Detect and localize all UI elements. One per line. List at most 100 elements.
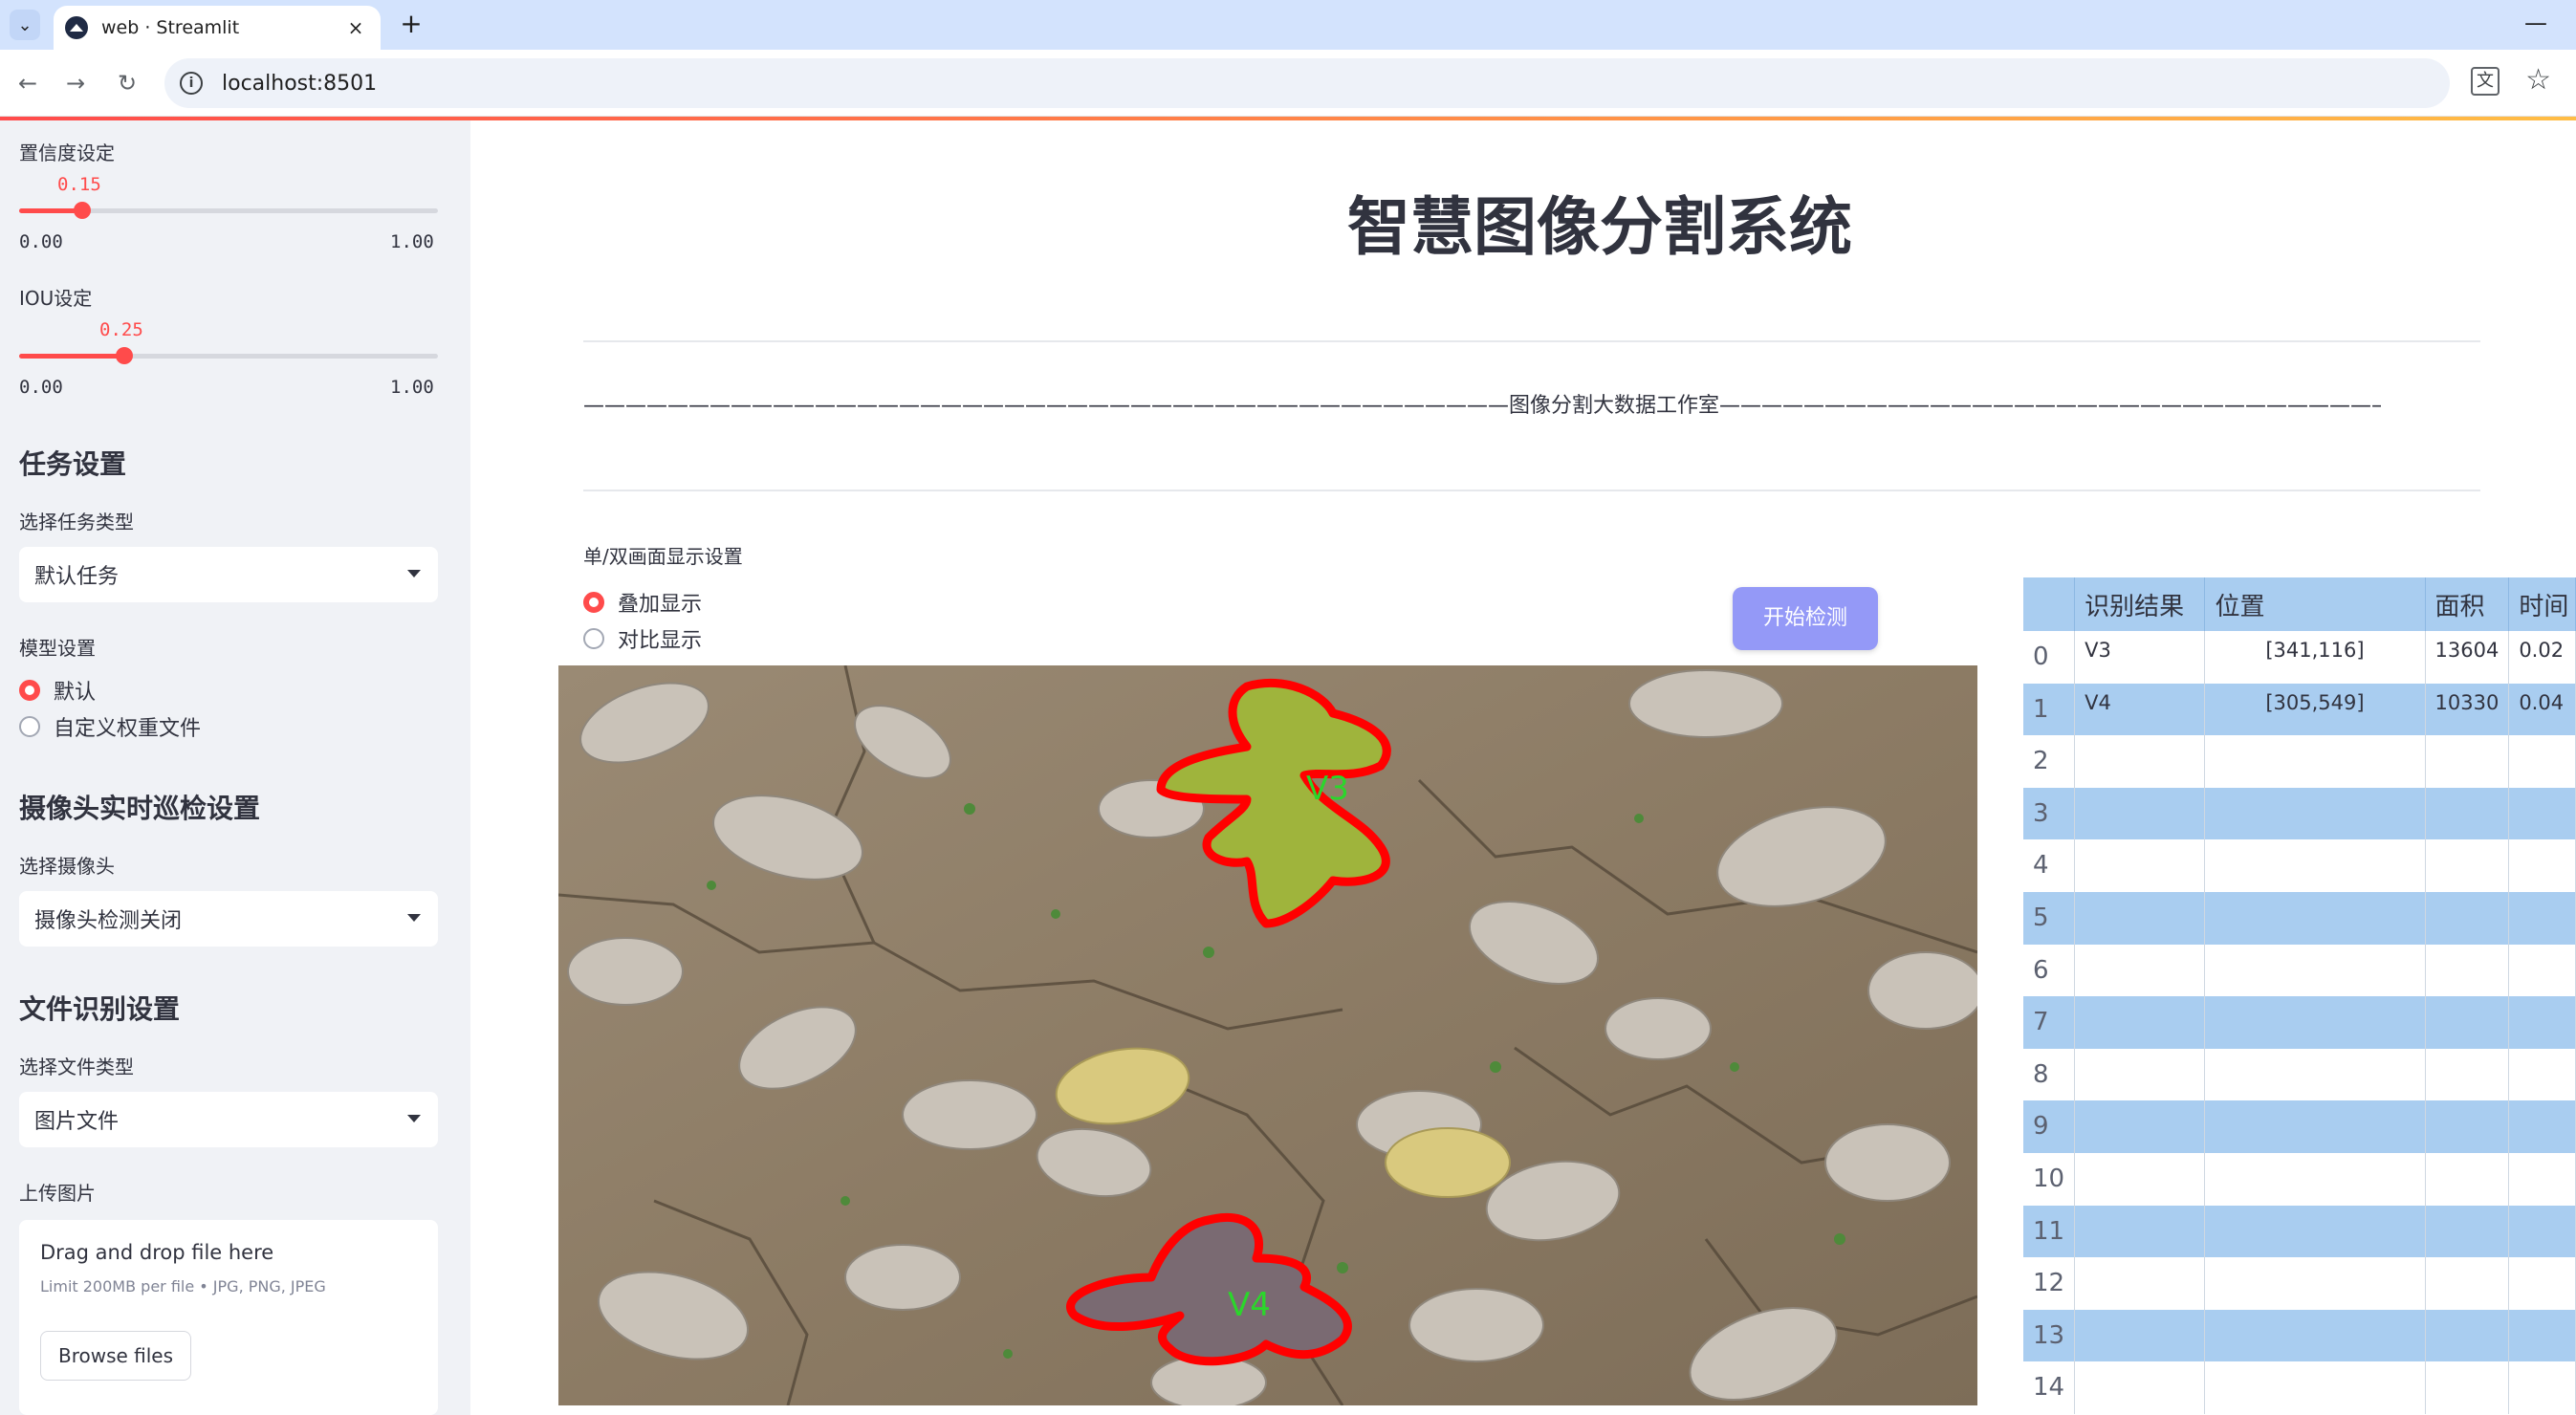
row-index-cell: 3 xyxy=(2023,787,2076,840)
iou-min: 0.00 xyxy=(19,377,63,398)
upload-title: Drag and drop file here xyxy=(40,1241,274,1264)
forward-arrow-icon[interactable]: → xyxy=(59,67,92,99)
site-info-icon[interactable]: i xyxy=(180,72,203,95)
column-header-index[interactable] xyxy=(2023,577,2076,631)
results-table[interactable]: 识别结果 位置 面积 时间 0 V3 [341,116] 13604 0.02 1 V4 [3… xyxy=(2023,577,2576,1415)
row-index-cell: 6 xyxy=(2023,944,2076,997)
column-header-time[interactable]: 时间 xyxy=(2508,577,2576,631)
row-index-cell: 4 xyxy=(2023,839,2076,892)
table-row[interactable]: 14 xyxy=(2023,1361,2576,1414)
table-row[interactable]: 5 xyxy=(2023,891,2576,945)
time-cell xyxy=(2508,839,2576,892)
display-option-overlay[interactable]: 叠加显示 xyxy=(583,587,702,618)
upload-limit: Limit 200MB per file • JPG, PNG, JPEG xyxy=(40,1277,326,1295)
area-cell xyxy=(2425,1205,2510,1258)
table-row[interactable]: 1 V4 [305,549] 10330 0.04 xyxy=(2023,683,2576,736)
file-type-value: 图片文件 xyxy=(34,1110,120,1134)
row-index-cell: 13 xyxy=(2023,1309,2076,1362)
chevron-down-icon xyxy=(407,570,421,577)
table-row[interactable]: 4 xyxy=(2023,839,2576,892)
table-row[interactable]: 10 xyxy=(2023,1152,2576,1206)
table-row[interactable]: 12 xyxy=(2023,1257,2576,1310)
result-cell xyxy=(2074,839,2206,892)
column-header-position[interactable]: 位置 xyxy=(2204,577,2426,631)
back-arrow-icon[interactable]: ← xyxy=(11,67,44,99)
iou-slider-thumb[interactable] xyxy=(115,347,133,364)
table-row[interactable]: 6 xyxy=(2023,944,2576,997)
table-row[interactable]: 9 xyxy=(2023,1100,2576,1153)
camera-select[interactable]: 摄像头检测关闭 xyxy=(19,891,438,947)
radio-selected-icon[interactable] xyxy=(19,680,40,701)
new-tab-icon[interactable]: + xyxy=(394,8,428,42)
browse-files-button[interactable]: Browse files xyxy=(40,1331,191,1381)
time-cell xyxy=(2508,891,2576,945)
display-option-label: 叠加显示 xyxy=(618,593,703,617)
task-type-label: 选择任务类型 xyxy=(19,511,134,533)
row-index-cell: 12 xyxy=(2023,1257,2076,1310)
table-row[interactable]: 7 xyxy=(2023,996,2576,1049)
file-type-select[interactable]: 图片文件 xyxy=(19,1092,438,1147)
row-index-cell: 8 xyxy=(2023,1048,2076,1101)
file-uploader-dropzone[interactable]: Drag and drop file here Limit 200MB per … xyxy=(19,1220,438,1415)
row-index-cell: 11 xyxy=(2023,1205,2076,1258)
column-header-area[interactable]: 面积 xyxy=(2425,577,2510,631)
model-settings-label: 模型设置 xyxy=(19,637,96,660)
position-cell xyxy=(2204,1048,2426,1101)
browser-tab[interactable]: web · Streamlit × xyxy=(54,6,381,50)
sidebar: 置信度设定 0.15 0.00 1.00 IOU设定 0.25 0.00 1.0… xyxy=(0,120,470,1415)
position-cell xyxy=(2204,1257,2426,1310)
table-row[interactable]: 13 xyxy=(2023,1309,2576,1362)
row-index-cell: 14 xyxy=(2023,1361,2076,1414)
table-row[interactable]: 3 xyxy=(2023,787,2576,840)
area-cell xyxy=(2425,839,2510,892)
confidence-slider-thumb[interactable] xyxy=(73,202,91,219)
url-field[interactable]: i localhost:8501 xyxy=(164,58,2450,108)
result-cell xyxy=(2074,996,2206,1049)
time-cell xyxy=(2508,1361,2576,1414)
model-option-custom[interactable]: 自定义权重文件 xyxy=(19,711,201,742)
translate-icon[interactable]: 文 xyxy=(2471,67,2500,96)
camera-settings-header: 摄像头实时巡检设置 xyxy=(19,793,261,824)
position-cell xyxy=(2204,839,2426,892)
table-row[interactable]: 2 xyxy=(2023,735,2576,788)
reload-icon[interactable]: ↻ xyxy=(111,67,143,99)
display-option-compare[interactable]: 对比显示 xyxy=(583,623,702,654)
area-cell xyxy=(2425,944,2510,997)
bookmark-star-icon[interactable]: ☆ xyxy=(2525,63,2551,97)
radio-unselected-icon[interactable] xyxy=(19,716,40,737)
model-option-default[interactable]: 默认 xyxy=(19,675,96,706)
task-type-select[interactable]: 默认任务 xyxy=(19,547,438,602)
detection-label-v4: V4 xyxy=(1228,1286,1271,1324)
tab-title: web · Streamlit xyxy=(101,17,240,38)
table-row[interactable]: 0 V3 [341,116] 13604 0.02 xyxy=(2023,631,2576,684)
position-cell xyxy=(2204,1361,2426,1414)
minimize-icon[interactable]: — xyxy=(2524,10,2547,36)
table-row[interactable]: 8 xyxy=(2023,1048,2576,1101)
tab-list-chevron-icon[interactable]: ⌄ xyxy=(10,10,40,40)
result-cell xyxy=(2074,944,2206,997)
camera-select-label: 选择摄像头 xyxy=(19,855,115,878)
iou-slider[interactable] xyxy=(19,347,438,364)
column-header-result[interactable]: 识别结果 xyxy=(2074,577,2206,631)
model-option-label: 默认 xyxy=(54,681,97,705)
result-cell xyxy=(2074,735,2206,788)
position-cell xyxy=(2204,944,2426,997)
radio-selected-icon[interactable] xyxy=(583,592,604,613)
time-cell xyxy=(2508,1205,2576,1258)
result-cell xyxy=(2074,1205,2206,1258)
divider xyxy=(583,340,2480,342)
table-row[interactable]: 11 xyxy=(2023,1205,2576,1258)
area-cell xyxy=(2425,787,2510,840)
row-index-cell: 5 xyxy=(2023,891,2076,945)
time-cell xyxy=(2508,996,2576,1049)
position-cell: [305,549] xyxy=(2204,683,2426,736)
streamlit-favicon-icon xyxy=(65,16,88,39)
start-detection-button[interactable]: 开始检测 xyxy=(1733,587,1878,650)
tab-close-icon[interactable]: × xyxy=(342,16,369,39)
model-option-label: 自定义权重文件 xyxy=(54,717,202,741)
radio-unselected-icon[interactable] xyxy=(583,628,604,649)
address-bar: ← → ↻ i localhost:8501 文 ☆ xyxy=(0,50,2576,117)
confidence-slider[interactable] xyxy=(19,202,438,219)
area-cell xyxy=(2425,891,2510,945)
area-cell: 10330 xyxy=(2425,683,2510,736)
